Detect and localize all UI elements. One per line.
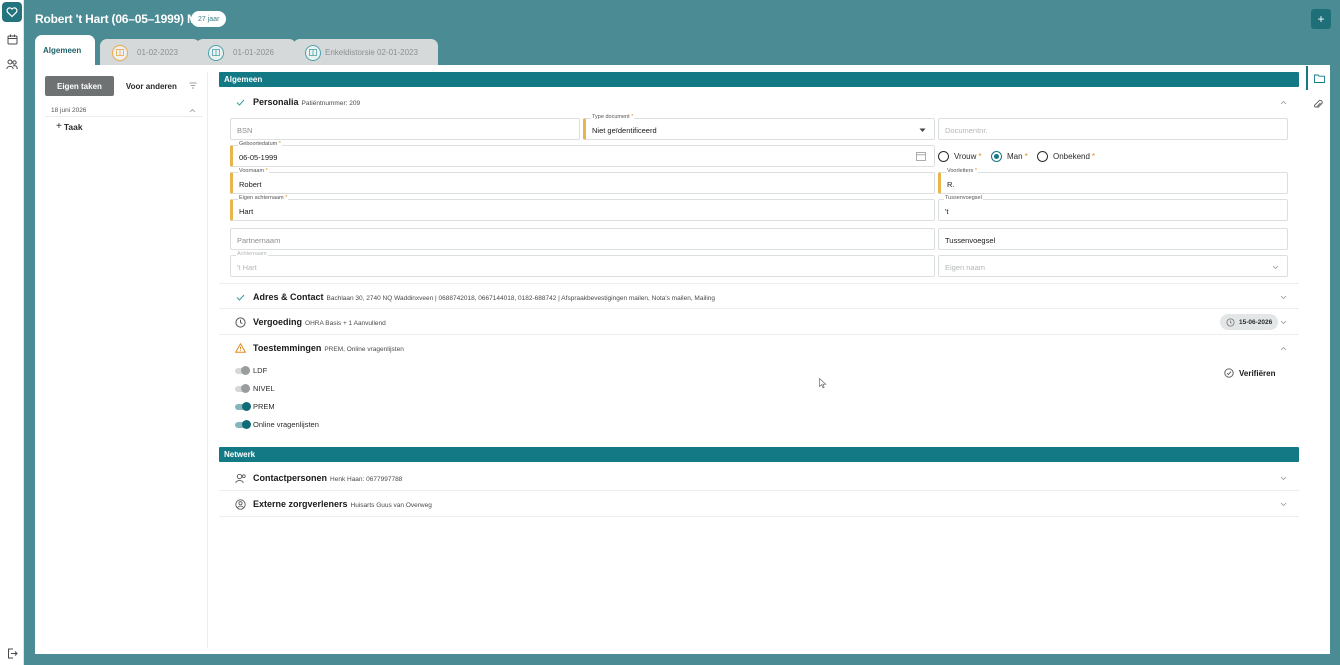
folder-icon[interactable] xyxy=(1306,66,1330,90)
voornaam-field[interactable]: Voornaam * Robert xyxy=(230,168,935,194)
logout-icon[interactable] xyxy=(5,646,19,660)
toggle-switch[interactable] xyxy=(235,384,250,393)
mouse-cursor-icon xyxy=(819,377,827,391)
paperclip-icon[interactable] xyxy=(1306,92,1330,116)
add-button[interactable]: + xyxy=(1311,9,1331,29)
heart-logo-icon[interactable] xyxy=(2,2,22,22)
documentnr-field[interactable]: Documentnr. xyxy=(938,118,1288,140)
tab-label: Algemeen xyxy=(43,46,82,55)
calendar-picker-icon[interactable] xyxy=(916,151,926,163)
orange-journal-icon xyxy=(112,44,128,61)
toestemmingen-title: Toestemmingen PREM, Online vragenlijsten xyxy=(253,343,404,353)
chevron-down-icon xyxy=(1272,263,1279,272)
tab-label: Enkeldistorsie 02-01-2023 xyxy=(325,48,418,57)
chevron-up-icon[interactable] xyxy=(1280,98,1287,107)
chevron-down-icon[interactable] xyxy=(1280,318,1287,327)
partnernaam-field[interactable]: Partnernaam xyxy=(230,228,935,250)
vergoeding-date-pill[interactable]: 15-06-2026 xyxy=(1220,314,1279,330)
toggle-switch[interactable] xyxy=(235,420,251,429)
calendar-icon[interactable] xyxy=(5,32,19,46)
radio-circle-icon xyxy=(1037,151,1048,162)
toggle-prem[interactable]: PREM xyxy=(235,402,275,411)
check-circle-icon xyxy=(1224,368,1234,378)
care-provider-icon xyxy=(234,498,246,510)
check-icon xyxy=(234,96,246,108)
vergoeding-title: Vergoeding OHRA Basis + 1 Aanvullend xyxy=(253,317,386,327)
tab-eigen-taken[interactable]: Eigen taken xyxy=(45,76,114,96)
section-algemeen: Algemeen xyxy=(219,72,1299,87)
contactpersonen-title: Contactpersonen Henk Haan: 0677997788 xyxy=(253,473,403,483)
tab-enkeldistorsie[interactable]: Enkeldistorsie 02-01-2023 xyxy=(293,39,438,66)
age-badge: 27 jaar xyxy=(191,11,227,27)
chevron-down-icon[interactable] xyxy=(1280,474,1287,483)
voorletters-field[interactable]: Voorletters * R. xyxy=(938,168,1288,194)
achternaam-field[interactable]: Eigen achternaam * Hart xyxy=(230,195,935,221)
patient-title: Robert 't Hart (06–05–1999) M xyxy=(35,12,197,26)
toggle-ldf[interactable]: LDF xyxy=(235,366,267,375)
teal-journal-icon xyxy=(305,44,321,61)
chevron-down-icon[interactable] xyxy=(1280,500,1287,509)
toggle-online-vragenlijsten[interactable]: Online vragenlijsten xyxy=(235,420,319,429)
zorgverleners-header[interactable]: Externe zorgverleners Huisarts Guus van O… xyxy=(219,491,1299,517)
adres-title: Adres & Contact Bachlaan 30, 2740 NQ Wadd… xyxy=(253,292,716,302)
gender-man-radio[interactable]: Man * xyxy=(991,151,1028,162)
type-document-select[interactable]: Type document * Niet geïdentificeerd xyxy=(583,114,935,140)
chevron-up-icon[interactable] xyxy=(189,106,196,115)
task-panel: Eigen taken Voor anderen 18 juni 2026 + … xyxy=(40,72,208,648)
contactpersonen-header[interactable]: Contactpersonen Henk Haan: 0677997788 xyxy=(219,465,1299,491)
check-icon xyxy=(234,291,246,303)
warning-icon xyxy=(234,342,246,354)
divider xyxy=(45,116,203,117)
history-icon xyxy=(1226,318,1235,327)
eigen-naam-select[interactable]: Eigen naam xyxy=(938,255,1288,277)
patients-icon[interactable] xyxy=(5,57,19,71)
tussenvoegsel-field[interactable]: Tussenvoegsel 't xyxy=(938,195,1288,221)
toggle-switch[interactable] xyxy=(235,366,250,375)
bsn-field[interactable]: BSN xyxy=(230,118,580,140)
toggle-switch[interactable] xyxy=(235,402,251,411)
radio-circle-icon xyxy=(938,151,949,162)
teal-journal-icon xyxy=(208,44,224,61)
caret-down-icon xyxy=(919,126,926,135)
clock-icon xyxy=(234,316,246,328)
vergoeding-header[interactable]: Vergoeding OHRA Basis + 1 Aanvullend xyxy=(219,309,1299,335)
contact-person-icon xyxy=(234,472,246,484)
chevron-down-icon[interactable] xyxy=(1280,293,1287,302)
filter-icon[interactable] xyxy=(189,82,197,91)
tab-label: 01-02-2023 xyxy=(137,48,178,57)
tab-journal-2023[interactable]: 01-02-2023 xyxy=(100,39,200,66)
aanschrijfnaam-field: Achternaam 't Hart xyxy=(230,251,935,277)
toestemmingen-header[interactable]: Toestemmingen PREM, Online vragenlijsten xyxy=(219,335,1299,361)
left-nav-rail xyxy=(0,0,24,665)
gender-vrouw-radio[interactable]: Vrouw * xyxy=(938,151,982,162)
chevron-up-icon[interactable] xyxy=(1280,344,1287,353)
plus-icon: + xyxy=(56,121,62,132)
personalia-header[interactable]: Personalia Patiëntnummer: 209 xyxy=(219,89,1299,115)
gender-onbekend-radio[interactable]: Onbekend * xyxy=(1037,151,1095,162)
tab-journal-2026[interactable]: 01-01-2026 xyxy=(196,39,296,66)
geboortedatum-field[interactable]: Geboortedatum * 06-05-1999 xyxy=(230,141,935,167)
radio-selected-icon xyxy=(991,151,1002,162)
tab-algemeen[interactable]: Algemeen xyxy=(35,35,95,66)
partner-tussenvoegsel-field[interactable]: Tussenvoegsel xyxy=(938,228,1288,250)
toggle-nivel[interactable]: NIVEL xyxy=(235,384,275,393)
section-netwerk: Netwerk xyxy=(219,447,1299,462)
tab-label: 01-01-2026 xyxy=(233,48,274,57)
add-task-label: Taak xyxy=(63,121,83,132)
adres-contact-header[interactable]: Adres & Contact Bachlaan 30, 2740 NQ Wadd… xyxy=(219,283,1299,309)
add-task-button[interactable]: + Taak xyxy=(56,121,83,132)
tab-voor-anderen[interactable]: Voor anderen xyxy=(114,76,189,96)
personalia-title: Personalia Patiëntnummer: 209 xyxy=(253,97,361,107)
zorgverleners-title: Externe zorgverleners Huisarts Guus van O… xyxy=(253,499,432,509)
verify-button[interactable]: Verifiëren xyxy=(1224,368,1275,378)
task-date: 18 juni 2026 xyxy=(51,107,87,114)
